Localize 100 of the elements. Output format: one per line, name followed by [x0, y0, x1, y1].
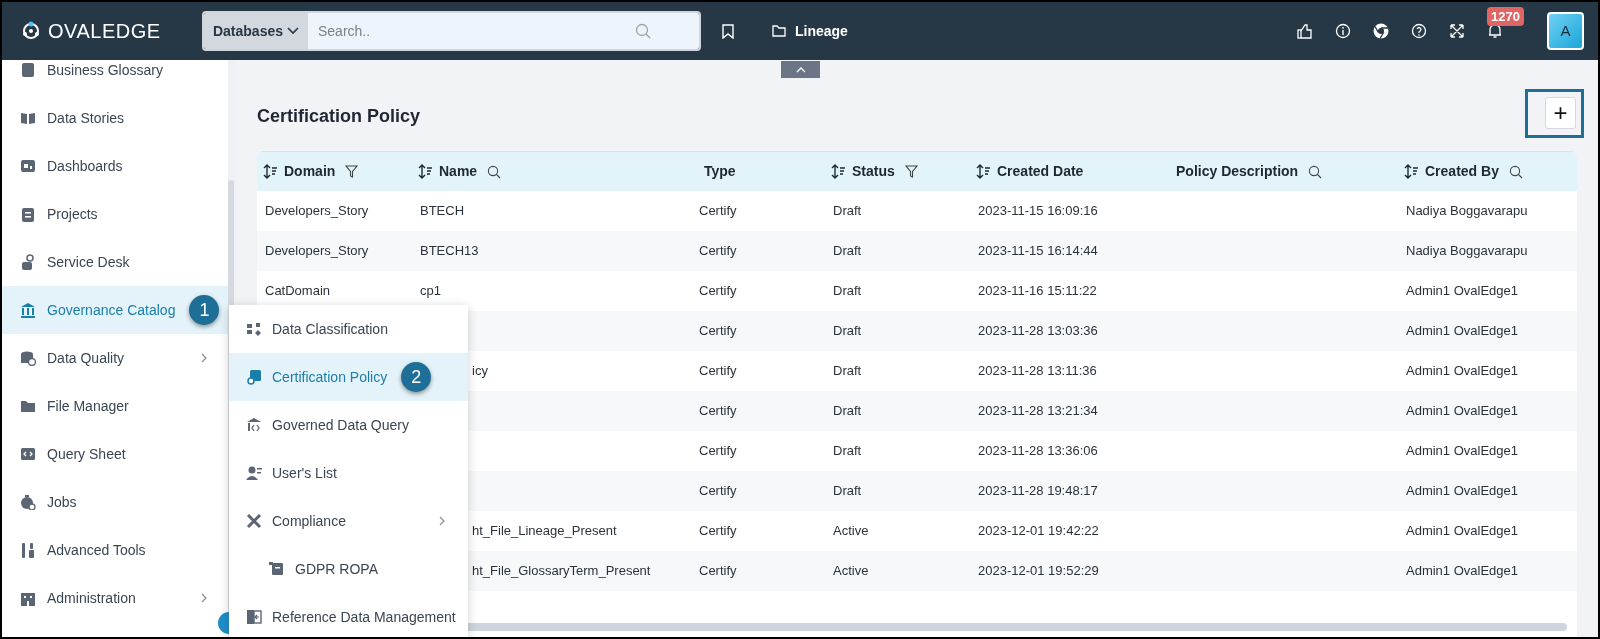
stopwatch-icon	[20, 494, 36, 510]
sort-icon[interactable]	[1404, 164, 1418, 179]
dashboard-icon	[20, 158, 36, 174]
column-header[interactable]: Policy Description	[1176, 161, 1299, 182]
table-cell-text: Admin1 OvalEdge1	[1406, 322, 1518, 341]
table-cell-text: CatDomain	[265, 282, 331, 301]
sidebar-item[interactable]: Business Glossary	[2, 60, 228, 94]
table-cell-text: 2023-11-15 16:09:16	[978, 202, 1098, 221]
open-book-icon	[20, 110, 36, 126]
menu-item[interactable]: Certification Policy 2	[229, 353, 468, 401]
help-icon[interactable]	[1411, 23, 1427, 39]
table-cell-text: Admin1 OvalEdge1	[1406, 442, 1518, 461]
table-cell-text: Certify	[699, 322, 737, 341]
bookmark-icon[interactable]	[722, 23, 734, 39]
menu-item[interactable]: GDPR ROPA	[229, 545, 468, 593]
sidebar-item[interactable]: Governance Catalog 1	[2, 286, 228, 334]
sidebar-item[interactable]: Advanced Tools	[2, 526, 228, 574]
table-cell-text: 2023-11-16 15:11:22	[978, 282, 1097, 301]
menu-item[interactable]: Reference Data Management	[229, 593, 468, 637]
table-cell-text: Certify	[699, 522, 737, 541]
sort-icon[interactable]	[831, 164, 845, 179]
table-cell-text: Admin1 OvalEdge1	[1406, 482, 1518, 501]
step-marker: 2	[401, 362, 432, 392]
sidebar-item[interactable]: Service Desk	[2, 238, 228, 286]
menu-item[interactable]: Compliance	[229, 497, 468, 545]
column-header[interactable]: Type	[704, 161, 736, 182]
table-cell-text: ht_File_Lineage_Present	[472, 522, 617, 541]
column-header[interactable]: Domain	[284, 161, 336, 182]
sidebar-item[interactable]: Data Quality	[2, 334, 228, 382]
thumbs-up-icon[interactable]	[1297, 23, 1313, 39]
page-title: Certification Policy	[257, 104, 421, 128]
sort-icon[interactable]	[263, 164, 277, 179]
info-icon[interactable]	[1335, 23, 1351, 39]
sidebar-item[interactable]: Data Stories	[2, 94, 228, 142]
table-cell-text: Active	[833, 522, 869, 541]
table-cell-text: 2023-11-28 13:03:36	[978, 322, 1098, 341]
expand-icon[interactable]	[1449, 23, 1465, 39]
column-header[interactable]: Name	[439, 161, 478, 182]
table-cell-text: 2023-11-15 16:14:44	[978, 242, 1098, 261]
logo-text: OVALEDGE	[48, 19, 161, 44]
column-header[interactable]: Created By	[1425, 161, 1499, 182]
table-cell-text: Certify	[699, 282, 737, 301]
database-icon	[20, 350, 36, 366]
table-cell-text: Draft	[833, 202, 862, 221]
table-cell-text: 2023-12-01 19:42:22	[978, 522, 1099, 541]
browser-logo-icon[interactable]	[1373, 23, 1389, 39]
menu-item[interactable]: Governed Data Query	[229, 401, 468, 449]
sidebar-item[interactable]: Jobs	[2, 478, 228, 526]
sort-icon[interactable]	[976, 164, 990, 179]
sidebar-item[interactable]: Projects	[2, 190, 228, 238]
folder-icon	[20, 398, 36, 414]
filter-icon[interactable]	[904, 165, 918, 178]
menu-item[interactable]: Data Classification	[229, 305, 468, 353]
table-cell-text: Draft	[833, 282, 862, 301]
sort-icon[interactable]	[418, 164, 432, 179]
clipboard-icon	[20, 206, 36, 222]
search-icon[interactable]	[1508, 164, 1523, 179]
table-cell-text: BTECH13	[420, 242, 479, 261]
sidebar-item[interactable]: Dashboards	[2, 142, 228, 190]
table-cell-text: BTECH	[420, 202, 465, 221]
bank-icon	[20, 302, 36, 318]
bell-icon[interactable]	[1487, 23, 1503, 39]
column-header[interactable]: Created Date	[997, 161, 1084, 182]
table-cell-text: Draft	[833, 482, 862, 501]
table-cell-text: Nadiya Boggavarapu	[1406, 242, 1528, 261]
table-cell-text: Draft	[833, 402, 862, 421]
notification-badge: 1270	[1487, 7, 1524, 26]
search-icon[interactable]	[1308, 164, 1323, 179]
table-cell-text: cp1	[420, 282, 441, 301]
menu-item[interactable]: User's List	[229, 449, 468, 497]
sidebar-item[interactable]: Query Sheet	[2, 430, 228, 478]
table-cell-text: Developers_Story	[265, 242, 369, 261]
table-cell-text: Admin1 OvalEdge1	[1406, 282, 1518, 301]
table-cell-text: 2023-11-28 19:48:17	[978, 482, 1098, 501]
sidebar-item[interactable]: File Manager	[2, 382, 228, 430]
table-cell-text: ht_File_GlossaryTerm_Present	[472, 562, 651, 581]
add-button[interactable]: +	[1545, 97, 1576, 129]
table-cell-text: Admin1 OvalEdge1	[1406, 522, 1518, 541]
logo-icon	[20, 20, 42, 42]
breadcrumb-link[interactable]: Lineage	[772, 20, 848, 42]
tools-icon	[20, 542, 36, 558]
table-cell-text: 2023-12-01 19:52:29	[978, 562, 1099, 581]
table-cell-text: Draft	[833, 322, 862, 341]
table-cell-text: Certify	[699, 482, 737, 501]
table-cell-text: Draft	[833, 242, 862, 261]
table-cell-text: Draft	[833, 362, 862, 381]
table-cell-text: Certify	[699, 442, 737, 461]
import-icon	[246, 609, 262, 625]
table-cell-text: icy	[472, 362, 488, 381]
filter-icon[interactable]	[345, 165, 359, 178]
building-icon	[20, 590, 36, 606]
table-cell-text: Active	[833, 562, 869, 581]
table-cell-text: 2023-11-28 13:11:36	[978, 362, 1097, 381]
sidebar-item[interactable]: Administration	[2, 574, 228, 622]
avatar[interactable]: A	[1547, 12, 1584, 50]
table-cell-text: 2023-11-28 13:21:34	[978, 402, 1098, 421]
book-icon	[20, 62, 36, 78]
column-header[interactable]: Status	[852, 161, 895, 182]
search-icon[interactable]	[487, 164, 502, 179]
table-cell-text: Certify	[699, 402, 737, 421]
